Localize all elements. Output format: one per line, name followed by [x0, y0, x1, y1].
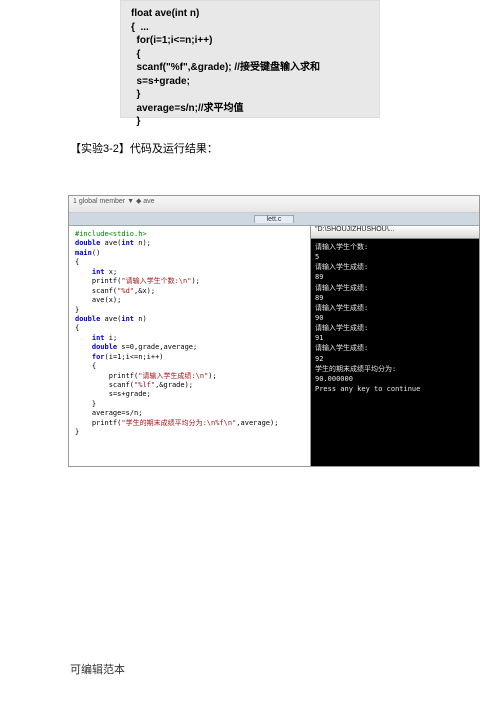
code-snippet-box: float ave(int n) { ... for(i=1;i<=n;i++)… — [120, 0, 380, 118]
code-snippet: float ave(int n) { ... for(i=1;i<=n;i++)… — [131, 7, 369, 129]
ide-toolbar: 1 global member ▼ ◆ ave — [69, 196, 479, 213]
code-editor[interactable]: #include<stdio.h> double ave(int n); mai… — [69, 226, 311, 466]
page-footer: 可编辑范本 — [70, 661, 125, 677]
experiment-caption: 【实验3-2】代码及运行结果： — [70, 140, 218, 156]
source-code: #include<stdio.h> double ave(int n); mai… — [75, 230, 304, 438]
terminal-body: 请输入学生个数: 5 请输入学生成绩: 89 请输入学生成绩: 89 请输入学生… — [311, 239, 479, 466]
ide-tab-file[interactable]: lett.c — [254, 215, 295, 223]
ide-body: #include<stdio.h> double ave(int n); mai… — [69, 226, 479, 466]
ide-window: 1 global member ▼ ◆ ave lett.c #include<… — [68, 195, 480, 467]
ide-tabbar: lett.c — [69, 213, 479, 226]
terminal-output: 请输入学生个数: 5 请输入学生成绩: 89 请输入学生成绩: 89 请输入学生… — [315, 242, 475, 394]
terminal-title: "D:\SHOUJIZHUSHOU\... — [311, 226, 479, 239]
terminal-window: "D:\SHOUJIZHUSHOU\... 请输入学生个数: 5 请输入学生成绩… — [311, 226, 479, 466]
